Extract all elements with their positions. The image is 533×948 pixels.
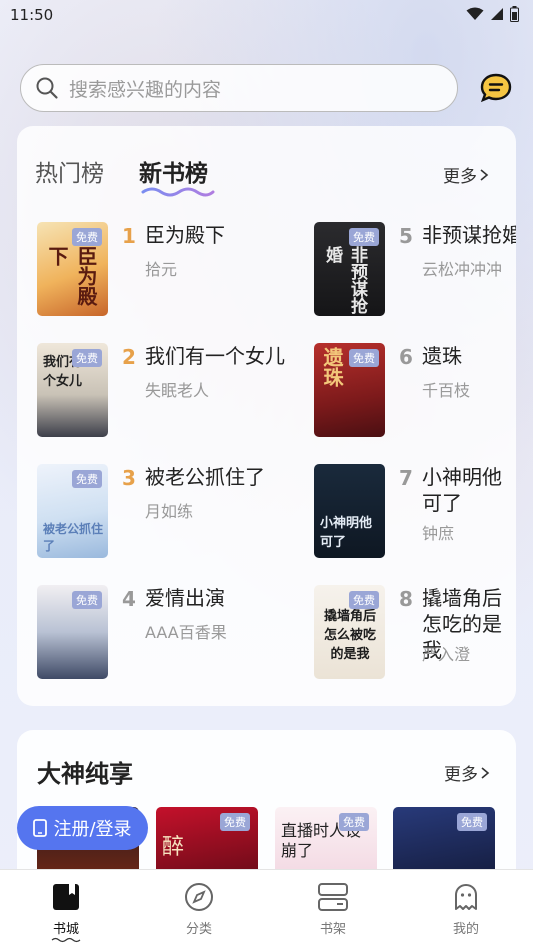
section-more-link[interactable]: 更多 (444, 760, 490, 785)
book-title: 小神明他可了 (422, 465, 502, 515)
book-cover[interactable]: 免费 (393, 807, 495, 877)
book-cover[interactable]: 直播时人设崩了 免费 (275, 807, 377, 877)
status-bar: 11:50 (0, 0, 533, 32)
more-label: 更多 (444, 765, 478, 785)
free-badge: 免费 (72, 591, 102, 609)
book-item[interactable]: 我们有一个女儿 免费 2 我们有一个女儿 失眠老人 (37, 343, 317, 443)
book-title: 我们有一个女儿 (145, 344, 285, 368)
bottom-nav: 书城 分类 书架 我的 (0, 869, 533, 948)
nav-label: 分类 (185, 922, 212, 937)
book-item[interactable]: 非预谋抢婚 免费 5 非预谋抢婚 云松冲冲冲 (314, 222, 516, 322)
book-item[interactable]: 臣为殿下 免费 1 臣为殿下 拾元 (37, 222, 317, 322)
book-title: 爱情出演 (145, 586, 225, 610)
rank-number: 1 (122, 224, 136, 248)
rank-number: 2 (122, 345, 136, 369)
nav-label: 我的 (452, 922, 479, 937)
rank-number: 3 (122, 466, 136, 490)
book-author: 严入澄 (422, 645, 471, 664)
book-item[interactable]: 小神明他可了 7 小神明他可了 钟庶 (314, 464, 516, 564)
free-badge: 免费 (72, 349, 102, 367)
nav-label: 书城 (52, 922, 79, 937)
cover-title: 臣为殿下 (45, 246, 98, 306)
chevron-right-icon (480, 168, 489, 181)
cover-title: 小神明他可了 (320, 516, 373, 550)
search-icon (36, 77, 58, 99)
book-cover[interactable]: 醉 免费 (156, 807, 258, 877)
rank-number: 6 (399, 345, 413, 369)
status-icons (466, 6, 519, 22)
book-title: 非预谋抢婚 (422, 223, 516, 247)
book-author: AAA百香果 (145, 623, 227, 642)
tab-hot[interactable]: 热门榜 (35, 154, 104, 188)
signal-icon (491, 8, 503, 20)
free-badge: 免费 (339, 813, 369, 831)
book-author: 拾元 (145, 260, 178, 279)
section-title: 大神纯享 (37, 760, 133, 788)
status-time: 11:50 (10, 6, 54, 24)
cover-title: 被老公抓住了 (43, 522, 104, 553)
rank-number: 5 (399, 224, 413, 248)
ghost-icon (455, 884, 477, 910)
book-title: 遗珠 (422, 344, 462, 368)
cover-title: 非预谋抢婚 (322, 246, 367, 314)
more-label: 更多 (443, 167, 477, 187)
book-title: 被老公抓住了 (145, 465, 265, 489)
nav-label: 书架 (319, 922, 346, 937)
tab-active-indicator (141, 187, 215, 197)
book-author: 云松冲冲冲 (422, 260, 503, 279)
book-cover[interactable]: 非预谋抢婚 免费 (314, 222, 385, 316)
compass-icon (185, 883, 213, 911)
nav-mine[interactable]: 我的 (431, 882, 501, 937)
tab-new[interactable]: 新书榜 (139, 154, 208, 188)
book-author: 月如练 (145, 502, 194, 521)
book-cover[interactable]: 我们有一个女儿 免费 (37, 343, 108, 437)
book-cover[interactable]: 臣为殿下 免费 (37, 222, 108, 316)
free-badge: 免费 (72, 228, 102, 246)
search-input[interactable]: 搜索感兴趣的内容 (20, 64, 458, 112)
ranking-card: 热门榜 新书榜 更多 臣为殿下 免费 1 臣为殿下 拾元 我们有一个女儿 免费 … (17, 126, 516, 706)
book-cover[interactable]: 免费 (37, 585, 108, 679)
message-icon[interactable] (479, 72, 513, 104)
free-badge: 免费 (349, 228, 379, 246)
rank-number: 4 (122, 587, 136, 611)
book-cover[interactable]: 被老公抓住了 免费 (37, 464, 108, 558)
nav-category[interactable]: 分类 (164, 882, 234, 937)
free-badge: 免费 (349, 591, 379, 609)
book-item[interactable]: 免费 4 爱情出演 AAA百香果 (37, 585, 317, 685)
battery-icon (510, 6, 519, 22)
book-title: 臣为殿下 (145, 223, 225, 247)
nav-bookshelf[interactable]: 书架 (298, 882, 368, 937)
book-author: 千百枝 (422, 381, 471, 400)
phone-icon (33, 819, 48, 837)
cover-title: 醉 (162, 835, 185, 860)
bookshelf-icon (318, 883, 348, 911)
book-author: 钟庶 (422, 524, 455, 543)
book-item[interactable]: 被老公抓住了 免费 3 被老公抓住了 月如练 (37, 464, 317, 564)
free-badge: 免费 (457, 813, 487, 831)
ranking-more-link[interactable]: 更多 (443, 162, 489, 187)
book-item[interactable]: 遗珠 免费 6 遗珠 千百枝 (314, 343, 516, 443)
book-author: 失眠老人 (145, 381, 210, 400)
rank-number: 7 (399, 466, 413, 490)
free-badge: 免费 (349, 349, 379, 367)
login-label: 注册/登录 (53, 819, 132, 840)
bookstore-icon (53, 884, 79, 910)
active-wave-indicator (51, 937, 81, 943)
search-placeholder: 搜索感兴趣的内容 (69, 78, 222, 101)
book-cover[interactable]: 撬墙角后怎么被吃的是我 免费 (314, 585, 385, 679)
cover-title: 撬墙角后怎么被吃的是我 (323, 609, 376, 662)
login-button[interactable]: 注册/登录 (17, 806, 148, 850)
wifi-icon (466, 7, 484, 20)
book-cover[interactable]: 小神明他可了 (314, 464, 385, 558)
chevron-right-icon (481, 766, 490, 779)
book-item[interactable]: 撬墙角后怎么被吃的是我 免费 8 撬墙角后怎吃的是我 严入澄 (314, 585, 516, 685)
nav-bookstore[interactable]: 书城 (31, 882, 101, 943)
free-badge: 免费 (220, 813, 250, 831)
free-badge: 免费 (72, 470, 102, 488)
rank-number: 8 (399, 587, 413, 611)
book-cover[interactable]: 遗珠 免费 (314, 343, 385, 437)
cover-title: 遗珠 (320, 347, 344, 387)
